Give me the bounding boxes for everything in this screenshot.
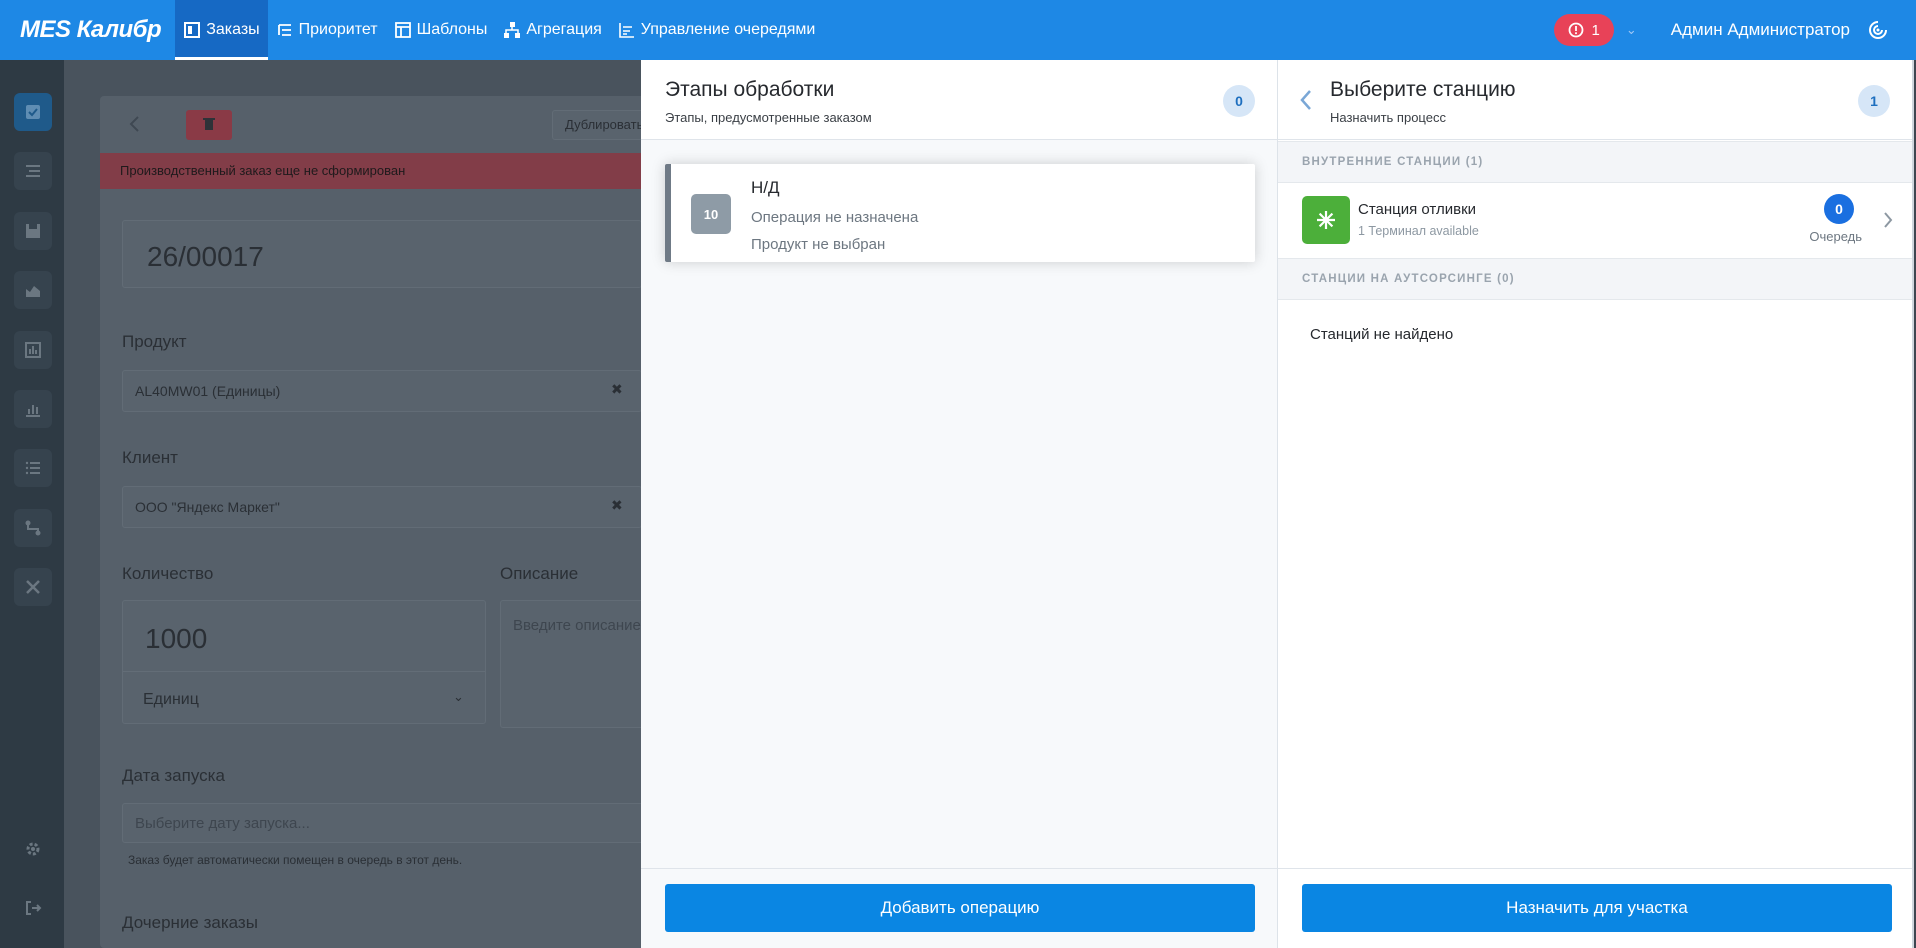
brand-logo[interactable]: MES Калибр (0, 16, 175, 44)
assign-to-area-button[interactable]: Назначить для участка (1302, 884, 1892, 932)
internal-stations-header: ВНУТРЕННИЕ СТАНЦИИ (1) (1278, 141, 1912, 183)
sidebar-tools-icon[interactable] (14, 568, 52, 606)
client-label: Клиент (122, 448, 178, 467)
operation-status: Операция не назначена (751, 209, 919, 226)
description-field[interactable]: Введите описание (500, 600, 650, 728)
nav-item-queue-management[interactable]: Управление очередями (610, 0, 824, 60)
outsourced-stations-header: СТАНЦИИ НА АУТСОРСИНГЕ (0) (1278, 258, 1912, 300)
launch-date-hint: Заказ будет автоматически помещен в очер… (128, 853, 463, 867)
queue-count-badge: 0 (1824, 194, 1854, 224)
product-select[interactable]: AL40MW01 (Единицы) ✖ (122, 370, 642, 412)
station-title: Выберите станцию (1330, 78, 1516, 101)
priority-icon (277, 24, 291, 36)
stages-title: Этапы обработки (665, 78, 835, 101)
nav-item-label: Шаблоны (416, 21, 488, 38)
nav-item-priority[interactable]: Приоритет (268, 0, 386, 60)
stages-subtitle: Этапы, предусмотренные заказом (665, 110, 872, 125)
sidebar-stats-icon[interactable] (14, 390, 52, 428)
station-terminals: 1 Терминал available (1358, 224, 1479, 238)
unit-select[interactable]: Единиц (143, 691, 199, 709)
nav-item-label: Приоритет (298, 21, 378, 38)
product-label: Продукт (122, 332, 187, 351)
user-menu-icon[interactable] (1868, 20, 1888, 40)
launch-date-field[interactable]: Выберите дату запуска... (122, 803, 652, 843)
station-subtitle: Назначить процесс (1330, 110, 1446, 125)
nav-item-label: Управление очередями (640, 21, 816, 38)
sidebar-list-icon[interactable] (14, 449, 52, 487)
chevron-down-icon[interactable]: ⌄ (453, 689, 464, 705)
sidebar-save-icon[interactable] (14, 212, 52, 250)
chevron-right-icon[interactable] (1882, 210, 1894, 230)
sidebar-orders-icon[interactable] (14, 93, 52, 131)
clear-icon[interactable]: ✖ (611, 381, 623, 398)
station-panel: Выберите станцию Назначить процесс 1 ВНУ… (1278, 60, 1914, 948)
station-count-badge: 1 (1858, 85, 1890, 117)
nav-item-label: Агрегация (526, 21, 602, 38)
description-label: Описание (500, 564, 579, 583)
operation-card[interactable]: 10 Н/Д Операция не назначена Продукт не … (665, 164, 1255, 262)
stages-count-badge: 0 (1223, 85, 1255, 117)
nav-item-orders[interactable]: Заказы (175, 0, 268, 60)
order-warning-banner: Производственный заказ еще не сформирова… (100, 153, 700, 189)
sidebar-flow-icon[interactable] (14, 509, 52, 547)
station-icon (1302, 196, 1350, 244)
child-orders-label: Дочерние заказы (122, 913, 258, 932)
station-panel-header: Выберите станцию Назначить процесс 1 (1278, 60, 1912, 140)
client-select[interactable]: ООО "Яндекс Маркет" ✖ (122, 486, 642, 528)
delete-button[interactable] (186, 110, 232, 140)
station-name: Станция отливки (1358, 201, 1477, 218)
sidebar-area-chart-icon[interactable] (14, 271, 52, 309)
stages-panel: Этапы обработки Этапы, предусмотренные з… (641, 60, 1278, 948)
settings-gear-icon[interactable] (14, 830, 52, 868)
back-arrow-icon[interactable] (118, 107, 152, 141)
stages-panel-header: Этапы обработки Этапы, предусмотренные з… (641, 60, 1277, 140)
top-navbar: MES Калибр Заказы Приоритет Шаблоны Агре… (0, 0, 1916, 60)
nav-item-templates[interactable]: Шаблоны (386, 0, 496, 60)
alerts-button[interactable]: 1 (1553, 14, 1614, 46)
alert-icon (1568, 22, 1583, 38)
nav-item-label: Заказы (206, 21, 260, 38)
quantity-field[interactable]: 1000 Единиц ⌄ (122, 600, 486, 724)
alert-count: 1 (1591, 21, 1600, 39)
queue-management-icon (618, 23, 634, 38)
launch-date-label: Дата запуска (122, 766, 225, 785)
order-number-field[interactable]: 26/00017 (122, 220, 642, 288)
user-name[interactable]: Админ Администратор (1671, 20, 1850, 40)
chevron-down-icon[interactable]: ⌄ (1626, 22, 1637, 38)
stages-panel-footer: Добавить операцию (641, 868, 1277, 948)
nav-item-aggregation[interactable]: Агрегация (495, 0, 609, 60)
aggregation-icon (504, 22, 521, 38)
operation-product: Продукт не выбран (751, 236, 886, 253)
operation-number: 10 (691, 194, 731, 234)
sidebar-bar-chart-icon[interactable] (14, 331, 52, 369)
chevron-left-icon[interactable] (1296, 88, 1316, 112)
trash-icon (203, 118, 215, 130)
operation-title: Н/Д (751, 178, 780, 197)
duplicate-button[interactable]: Дублировать (552, 110, 652, 140)
sidebar (0, 60, 64, 948)
sparkle-icon (1317, 211, 1335, 229)
sidebar-priority-icon[interactable] (14, 152, 52, 190)
no-stations-message: Станций не найдено (1310, 326, 1454, 343)
station-panel-footer: Назначить для участка (1278, 868, 1912, 948)
template-icon (394, 22, 411, 38)
quantity-label: Количество (122, 564, 214, 583)
board-icon (184, 22, 201, 38)
queue-label: Очередь (1809, 229, 1862, 244)
clear-icon[interactable]: ✖ (611, 497, 623, 514)
add-operation-button[interactable]: Добавить операцию (665, 884, 1255, 932)
station-list-item[interactable]: Станция отливки 1 Терминал available 0 О… (1278, 184, 1912, 258)
logout-icon[interactable] (14, 889, 52, 927)
